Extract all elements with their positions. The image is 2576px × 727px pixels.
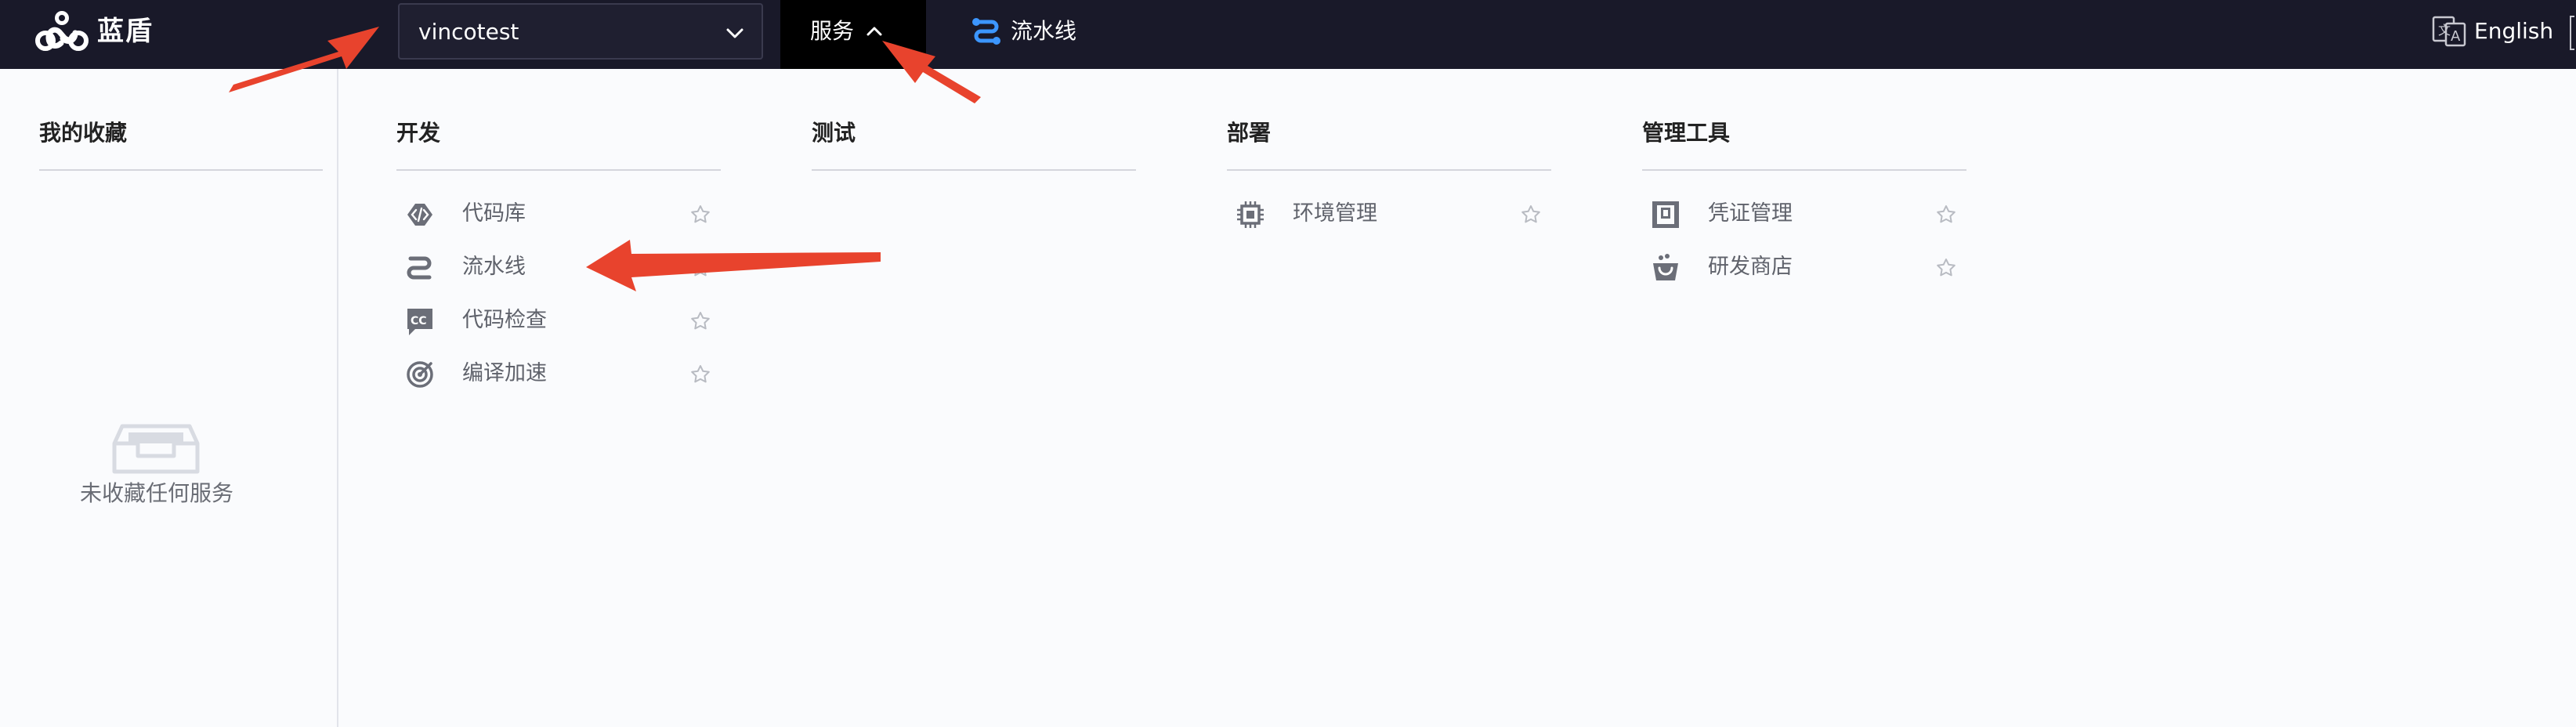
star-icon[interactable] xyxy=(1935,257,1957,279)
service-item-label: 编译加速 xyxy=(462,361,547,385)
category-title-dev: 开发 xyxy=(396,120,441,146)
star-icon[interactable] xyxy=(1520,204,1542,226)
translate-icon: 文 A xyxy=(2432,16,2466,47)
service-item-code-check[interactable]: CC 代码检查 xyxy=(404,299,718,342)
project-select-value: vincotest xyxy=(418,19,519,45)
services-menu-tab[interactable]: 服务 xyxy=(780,0,926,69)
service-item-label: 代码库 xyxy=(462,201,526,226)
ticket-icon xyxy=(1652,201,1679,228)
svg-text:A: A xyxy=(2451,28,2461,45)
svg-text:文: 文 xyxy=(2438,23,2451,38)
chip-icon xyxy=(1237,201,1264,228)
services-menu-label: 服务 xyxy=(810,18,855,44)
annotation-arrows xyxy=(229,27,981,291)
favorites-empty-text: 未收藏任何服务 xyxy=(79,480,233,506)
star-icon[interactable] xyxy=(689,364,711,385)
category-title-test: 测试 xyxy=(812,120,856,146)
category-title-mgmt-tools: 管理工具 xyxy=(1642,120,1731,146)
category-divider-mgmt-tools xyxy=(1642,169,1966,171)
star-icon[interactable] xyxy=(689,204,711,226)
nav-link-pipeline-label: 流水线 xyxy=(1011,18,1077,44)
top-navigation-bar: 蓝盾 vincotest 服务 流水线 文 A English xyxy=(0,0,2576,69)
favorites-divider xyxy=(39,169,323,171)
service-item-pipeline[interactable]: 流水线 xyxy=(404,246,718,288)
accelerate-icon xyxy=(407,361,433,388)
pipeline-icon xyxy=(972,18,1000,45)
empty-box-icon xyxy=(112,424,200,474)
store-icon xyxy=(1653,254,1678,280)
code-check-icon: CC xyxy=(407,309,432,335)
chevron-up-icon xyxy=(867,27,882,36)
service-item-label: 代码检查 xyxy=(462,308,547,332)
service-item-env-management[interactable]: 环境管理 xyxy=(1235,193,1548,235)
chevron-down-icon xyxy=(726,28,743,38)
favorites-panel xyxy=(0,69,338,727)
service-item-label: 环境管理 xyxy=(1293,201,1377,226)
category-divider-test xyxy=(812,169,1136,171)
svg-text:CC: CC xyxy=(411,315,427,327)
language-label: English xyxy=(2474,18,2554,44)
pipeline-icon xyxy=(407,256,432,280)
service-item-compile-accelerate[interactable]: 编译加速 xyxy=(404,353,718,395)
logo-icon[interactable] xyxy=(34,8,89,60)
service-item-dev-store[interactable]: 研发商店 xyxy=(1650,246,1963,288)
brand-name[interactable]: 蓝盾 xyxy=(97,0,154,63)
favorites-title: 我的收藏 xyxy=(39,120,128,146)
star-icon[interactable] xyxy=(689,257,711,279)
star-icon[interactable] xyxy=(689,310,711,332)
right-edge-bar xyxy=(2570,16,2574,50)
category-divider-deploy xyxy=(1227,169,1551,171)
service-item-label: 凭证管理 xyxy=(1708,201,1793,226)
service-item-code-repo[interactable]: 代码库 xyxy=(404,193,718,235)
service-item-credential-management[interactable]: 凭证管理 xyxy=(1650,193,1963,235)
star-icon[interactable] xyxy=(1935,204,1957,226)
service-item-label: 流水线 xyxy=(462,255,526,279)
service-item-label: 研发商店 xyxy=(1708,255,1793,279)
project-select[interactable]: vincotest xyxy=(398,3,763,60)
code-icon xyxy=(407,204,432,226)
category-divider-dev xyxy=(396,169,721,171)
category-title-deploy: 部署 xyxy=(1227,120,1272,146)
